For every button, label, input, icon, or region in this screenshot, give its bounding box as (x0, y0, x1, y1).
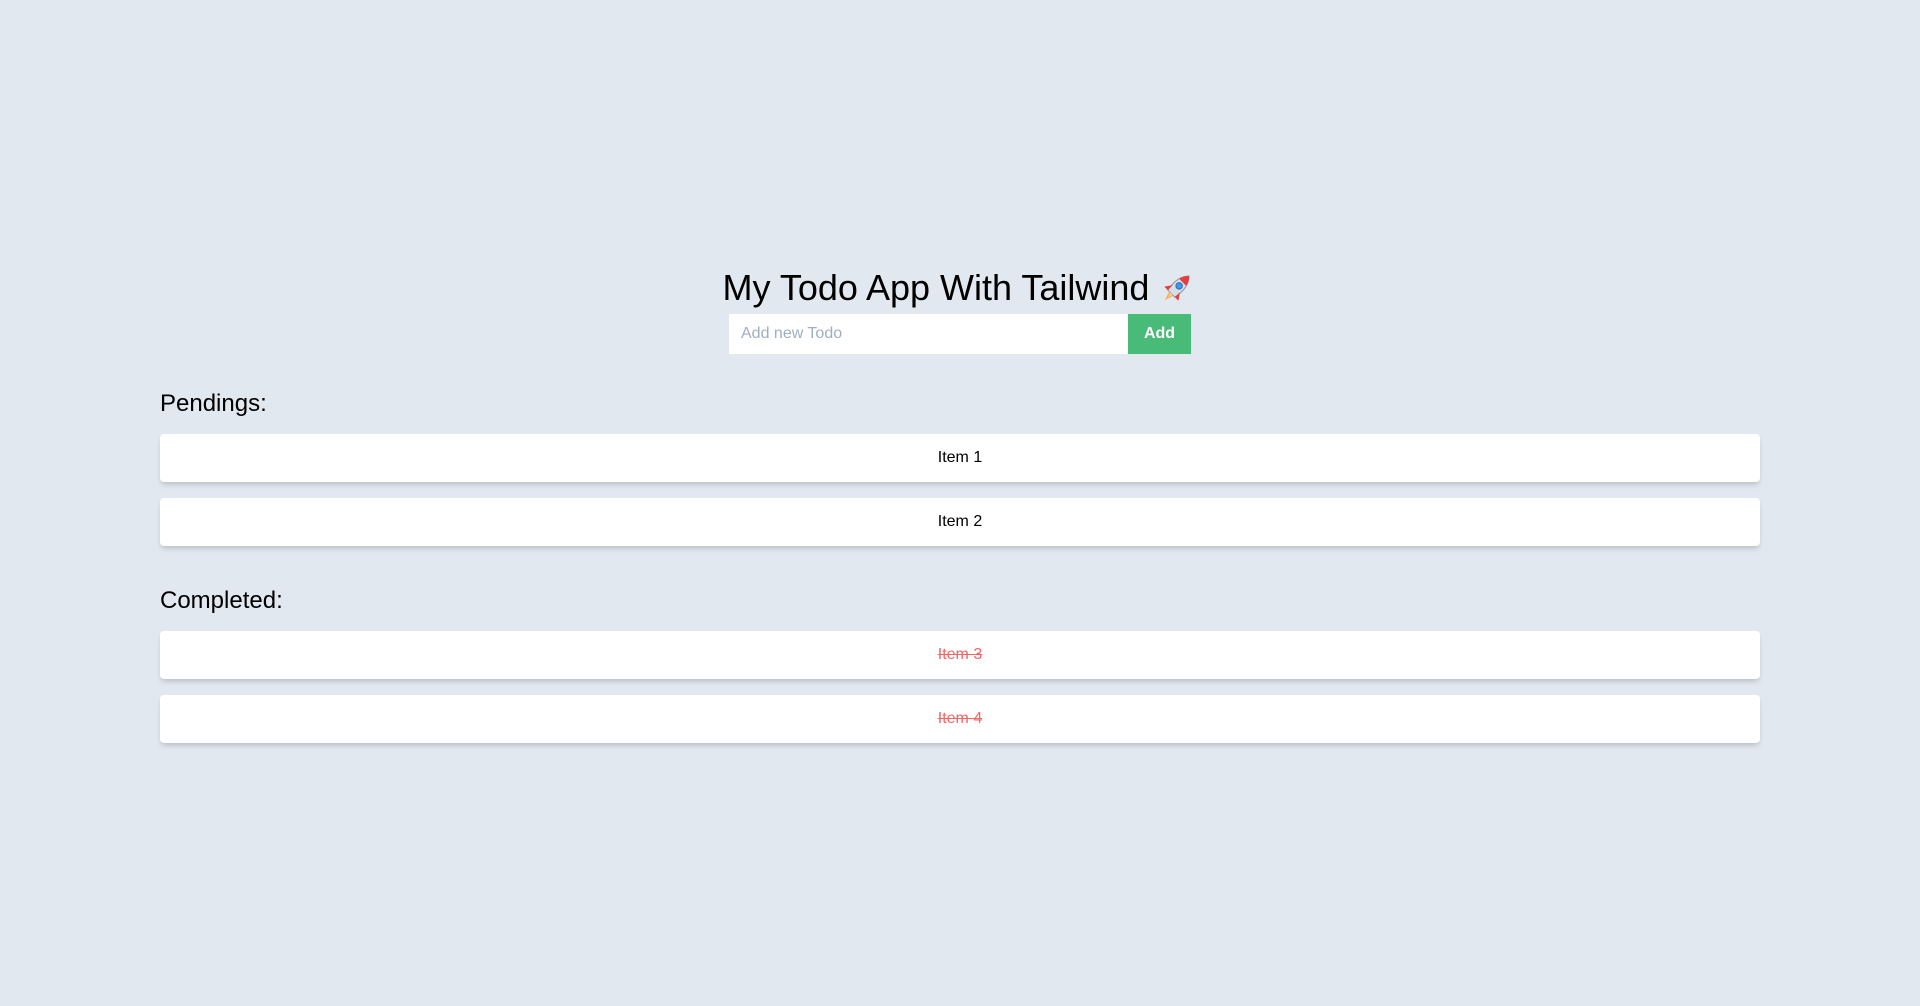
completed-list: Item 3 Item 4 (160, 631, 1760, 743)
add-todo-form: Add (729, 314, 1191, 354)
pending-todo-item[interactable]: Item 2 (160, 498, 1760, 546)
completed-todo-item[interactable]: Item 3 (160, 631, 1760, 679)
pending-list: Item 1 Item 2 (160, 434, 1760, 546)
page-title-text: My Todo App With Tailwind (722, 267, 1150, 308)
pending-todo-item[interactable]: Item 1 (160, 434, 1760, 482)
pending-section: Pendings: Item 1 Item 2 (160, 388, 1760, 562)
completed-heading: Completed: (160, 587, 283, 614)
new-todo-input[interactable] (729, 314, 1128, 354)
todo-item-label: Item 3 (937, 646, 983, 663)
pending-heading: Pendings: (160, 390, 267, 417)
completed-todo-item[interactable]: Item 4 (160, 695, 1760, 743)
completed-section: Completed: Item 3 Item 4 (160, 585, 1760, 759)
page-title: My Todo App With Tailwind (723, 262, 1198, 314)
add-button[interactable]: Add (1128, 314, 1191, 354)
todo-item-label: Item 4 (937, 710, 983, 727)
rocket-icon (1157, 268, 1197, 308)
todo-item-label: Item 1 (937, 449, 983, 466)
app-header: My Todo App With Tailwind Add (0, 262, 1920, 354)
todo-item-label: Item 2 (937, 513, 983, 530)
